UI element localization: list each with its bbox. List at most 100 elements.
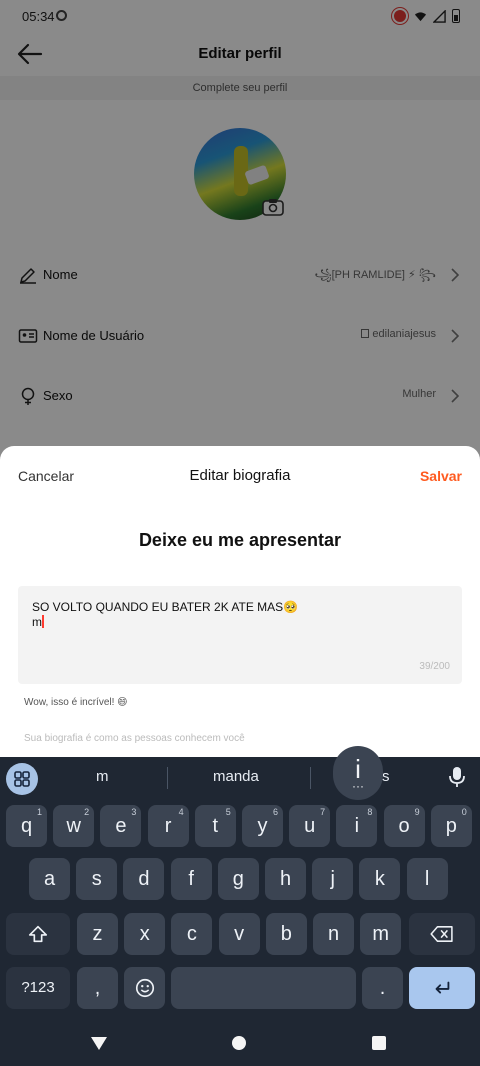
key-w[interactable]: w2 [53,805,95,847]
key-t[interactable]: t5 [194,805,236,847]
suggestion-divider [310,767,311,789]
avatar-detail [244,164,270,186]
emoji-icon [135,978,154,998]
backspace-icon [430,926,453,942]
signal-icon [433,9,446,23]
sheet-heading: Deixe eu me apresentar [138,530,342,550]
chevron-right-icon [451,329,460,343]
keyboard-apps-button[interactable] [6,763,38,795]
key-m[interactable]: m [360,913,402,955]
key-r[interactable]: r4 [147,805,189,847]
status-time: 05:34 [22,9,55,24]
bio-placeholder-hint: Sua biografia é como as pessoas conhecem… [24,733,245,744]
suggestion-3[interactable]: s [382,768,390,785]
profile-row-gender[interactable]: Sexo Mulher [0,376,480,416]
key-number-hint: 3 [131,807,137,817]
shift-key[interactable] [6,913,70,955]
suggestion-divider [167,767,168,789]
key-j[interactable]: j [312,858,354,900]
save-button[interactable]: Salvar [420,468,462,484]
row-value-name: ꧁[PH RAMLIDE] ⚡ ꧂ [314,269,436,281]
suggestion-bar: m manda s [0,757,480,799]
enter-arrow-icon [435,981,450,994]
key-i[interactable]: i8 [336,805,378,847]
key-c[interactable]: c [171,913,213,955]
char-counter: 39/200 [419,661,450,672]
bio-text[interactable]: SO VOLTO QUANDO EU BATER 2K ATE MAS🥺 m [32,600,298,630]
bio-textarea[interactable]: SO VOLTO QUANDO EU BATER 2K ATE MAS🥺 m 3… [18,586,462,684]
suggestion-1[interactable]: m [96,768,109,785]
space-key[interactable] [171,967,356,1009]
shift-icon [28,925,48,943]
symbols-key[interactable]: ?123 [6,967,70,1009]
popup-more-dots: ··· [352,779,364,793]
nav-home-icon[interactable] [232,1036,246,1050]
key-u[interactable]: u7 [289,805,331,847]
gender-icon [21,387,35,405]
key-preview-popup: i ··· [333,746,383,800]
key-d[interactable]: d [123,858,165,900]
key-y[interactable]: y6 [242,805,283,847]
period-key[interactable]: . [362,967,403,1009]
nav-back-icon[interactable] [90,1035,108,1051]
key-z[interactable]: z [77,913,118,955]
enter-key[interactable] [409,967,475,1009]
key-n[interactable]: n [313,913,354,955]
key-number-hint: 5 [225,807,231,817]
key-f[interactable]: f [170,858,212,900]
key-number-hint: 1 [36,807,42,817]
key-number-hint: 6 [272,807,278,817]
key-number-hint: 0 [461,807,467,817]
key-a[interactable]: a [29,858,70,900]
key-g[interactable]: g [217,858,259,900]
system-nav-bar [0,1019,480,1066]
key-l[interactable]: l [406,858,448,900]
profile-row-username[interactable]: Nome de Usuário edilaniajesus [0,316,480,356]
key-k[interactable]: k [359,858,401,900]
key-o[interactable]: o9 [383,805,425,847]
key-q[interactable]: q1 [6,805,47,847]
key-p[interactable]: p0 [430,805,472,847]
key-number-hint: 4 [178,807,184,817]
chevron-right-icon [451,268,460,282]
nav-recents-icon[interactable] [372,1036,386,1050]
row-label-username: Nome de Usuário [43,328,145,343]
id-card-icon [18,329,38,343]
key-s[interactable]: s [76,858,118,900]
key-v[interactable]: v [218,913,260,955]
edit-bio-sheet: Cancelar Editar biografia Salvar Deixe e… [0,446,480,758]
comma-key[interactable]: , [77,967,118,1009]
complete-profile-banner: Complete seu perfil [0,76,480,100]
battery-icon [452,9,460,23]
suggestion-2[interactable]: manda [213,768,259,785]
backspace-key[interactable] [409,913,475,955]
grid-icon [14,771,30,787]
sheet-title: Editar biografia [189,467,291,484]
username-text: edilaniajesus [372,328,436,340]
key-x[interactable]: x [124,913,166,955]
key-e[interactable]: e3 [100,805,142,847]
profile-row-name[interactable]: Nome ꧁[PH RAMLIDE] ⚡ ꧂ [0,255,480,295]
microphone-icon[interactable] [446,765,468,789]
recording-icon [392,8,408,24]
wifi-icon [414,11,427,21]
key-b[interactable]: b [265,913,307,955]
row-value-username: edilaniajesus [361,328,436,340]
row-value-gender: Mulher [402,388,436,400]
emoji-key[interactable] [124,967,165,1009]
page-title: Editar perfil [198,45,282,62]
key-h[interactable]: h [265,858,306,900]
key-number-hint: 8 [367,807,373,817]
chevron-right-icon [451,389,460,403]
key-number-hint: 2 [84,807,90,817]
camera-icon[interactable] [262,198,284,216]
bio-line-2: m [32,615,42,629]
bio-hint: Wow, isso é incrível! 😄 [24,697,128,708]
app-bar: Editar perfil [0,32,480,76]
notification-icon [56,10,67,21]
text-cursor [42,615,44,628]
row-label-name: Nome [43,267,78,282]
copy-icon[interactable] [361,329,370,338]
row-label-gender: Sexo [43,388,73,403]
key-number-hint: 9 [414,807,420,817]
